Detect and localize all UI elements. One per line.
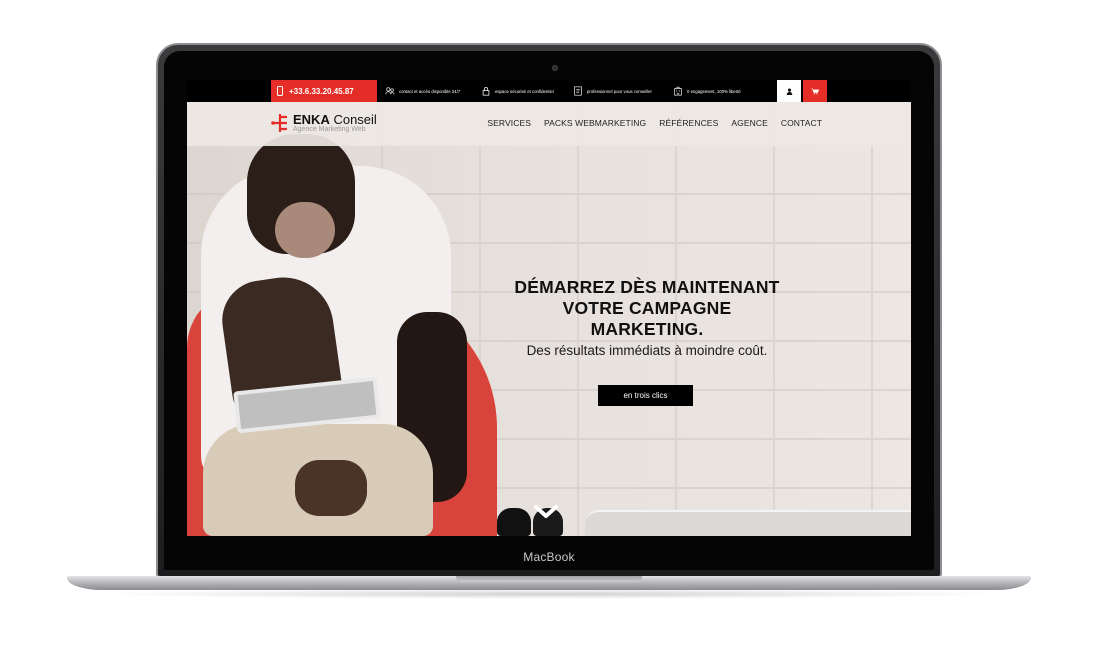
laptop-mockup: MacBook +33.6.33.20.45.87 contact et acc… [0, 0, 1107, 650]
website-screen: +33.6.33.20.45.87 contact et accès dispo… [187, 80, 911, 536]
building-icon [674, 86, 682, 96]
phone-icon [277, 86, 283, 96]
feature-contact: contact et accès disponible 24/7 [385, 80, 460, 102]
white-bench [585, 510, 911, 536]
nav-item-services[interactable]: SERVICES [487, 118, 531, 128]
cart-icon [811, 88, 819, 94]
camera-icon [552, 65, 558, 71]
chevron-down-icon[interactable] [533, 502, 559, 522]
hero-subline: Des résultats immédiats à moindre coût. [526, 343, 768, 358]
device-brand-label: MacBook [523, 550, 575, 564]
nav-item-packs[interactable]: PACKS WEBMARKETING [544, 118, 646, 128]
top-bar: +33.6.33.20.45.87 contact et accès dispo… [187, 80, 911, 102]
logo-name-light: Conseil [329, 112, 377, 127]
hero-headline-line-2: VOTRE CAMPAGNE [562, 298, 732, 318]
nav-item-references[interactable]: RÉFÉRENCES [659, 118, 718, 128]
feature-freedom: 0 engagement, 100% liberté [673, 80, 741, 102]
chimpanzee-face [275, 202, 335, 258]
nav-item-contact[interactable]: CONTACT [781, 118, 822, 128]
feature-advice: professionnel pour vous conseiller [573, 80, 652, 102]
main-navbar: ENKA Conseil Agence Marketing Web SERVIC… [187, 102, 911, 146]
phone-button[interactable]: +33.6.33.20.45.87 [271, 80, 377, 102]
main-nav: SERVICES PACKS WEBMARKETING RÉFÉRENCES A… [487, 118, 822, 128]
hero-headline-line-1: DÉMARREZ DÈS MAINTENANT [514, 277, 780, 297]
feature-security-label: espace sécurisé et confidentiel [495, 88, 554, 94]
logo-mark-icon [271, 114, 287, 132]
user-icon [786, 88, 792, 95]
feature-contact-label: contact et accès disponible 24/7 [399, 88, 461, 94]
cart-button[interactable] [803, 80, 827, 102]
site-logo[interactable]: ENKA Conseil Agence Marketing Web [271, 113, 377, 134]
phone-number: +33.6.33.20.45.87 [289, 86, 354, 96]
hero-section: ENKA Conseil Agence Marketing Web SERVIC… [187, 102, 911, 536]
feature-advice-label: professionnel pour vous conseiller [587, 88, 652, 94]
cta-button[interactable]: en trois clics [598, 385, 693, 406]
feature-security: espace sécurisé et confidentiel [481, 80, 554, 102]
people-icon [385, 87, 395, 95]
document-icon [574, 86, 582, 96]
account-button[interactable] [777, 80, 801, 102]
logo-name-bold: ENKA [293, 112, 330, 127]
laptop-shadow [90, 589, 1010, 599]
hero-headline: DÉMARREZ DÈS MAINTENANT VOTRE CAMPAGNE M… [487, 277, 807, 340]
chimpanzee-hands [295, 460, 367, 516]
laptop-notch [456, 576, 642, 582]
feature-freedom-label: 0 engagement, 100% liberté [687, 88, 741, 94]
nav-item-agence[interactable]: AGENCE [731, 118, 768, 128]
logo-name: ENKA Conseil [293, 113, 377, 126]
shoe [497, 508, 531, 536]
lock-icon [482, 87, 490, 96]
logo-tagline: Agence Marketing Web [293, 126, 366, 133]
logo-text: ENKA Conseil Agence Marketing Web [293, 113, 377, 134]
hero-headline-line-3: MARKETING. [590, 319, 704, 339]
